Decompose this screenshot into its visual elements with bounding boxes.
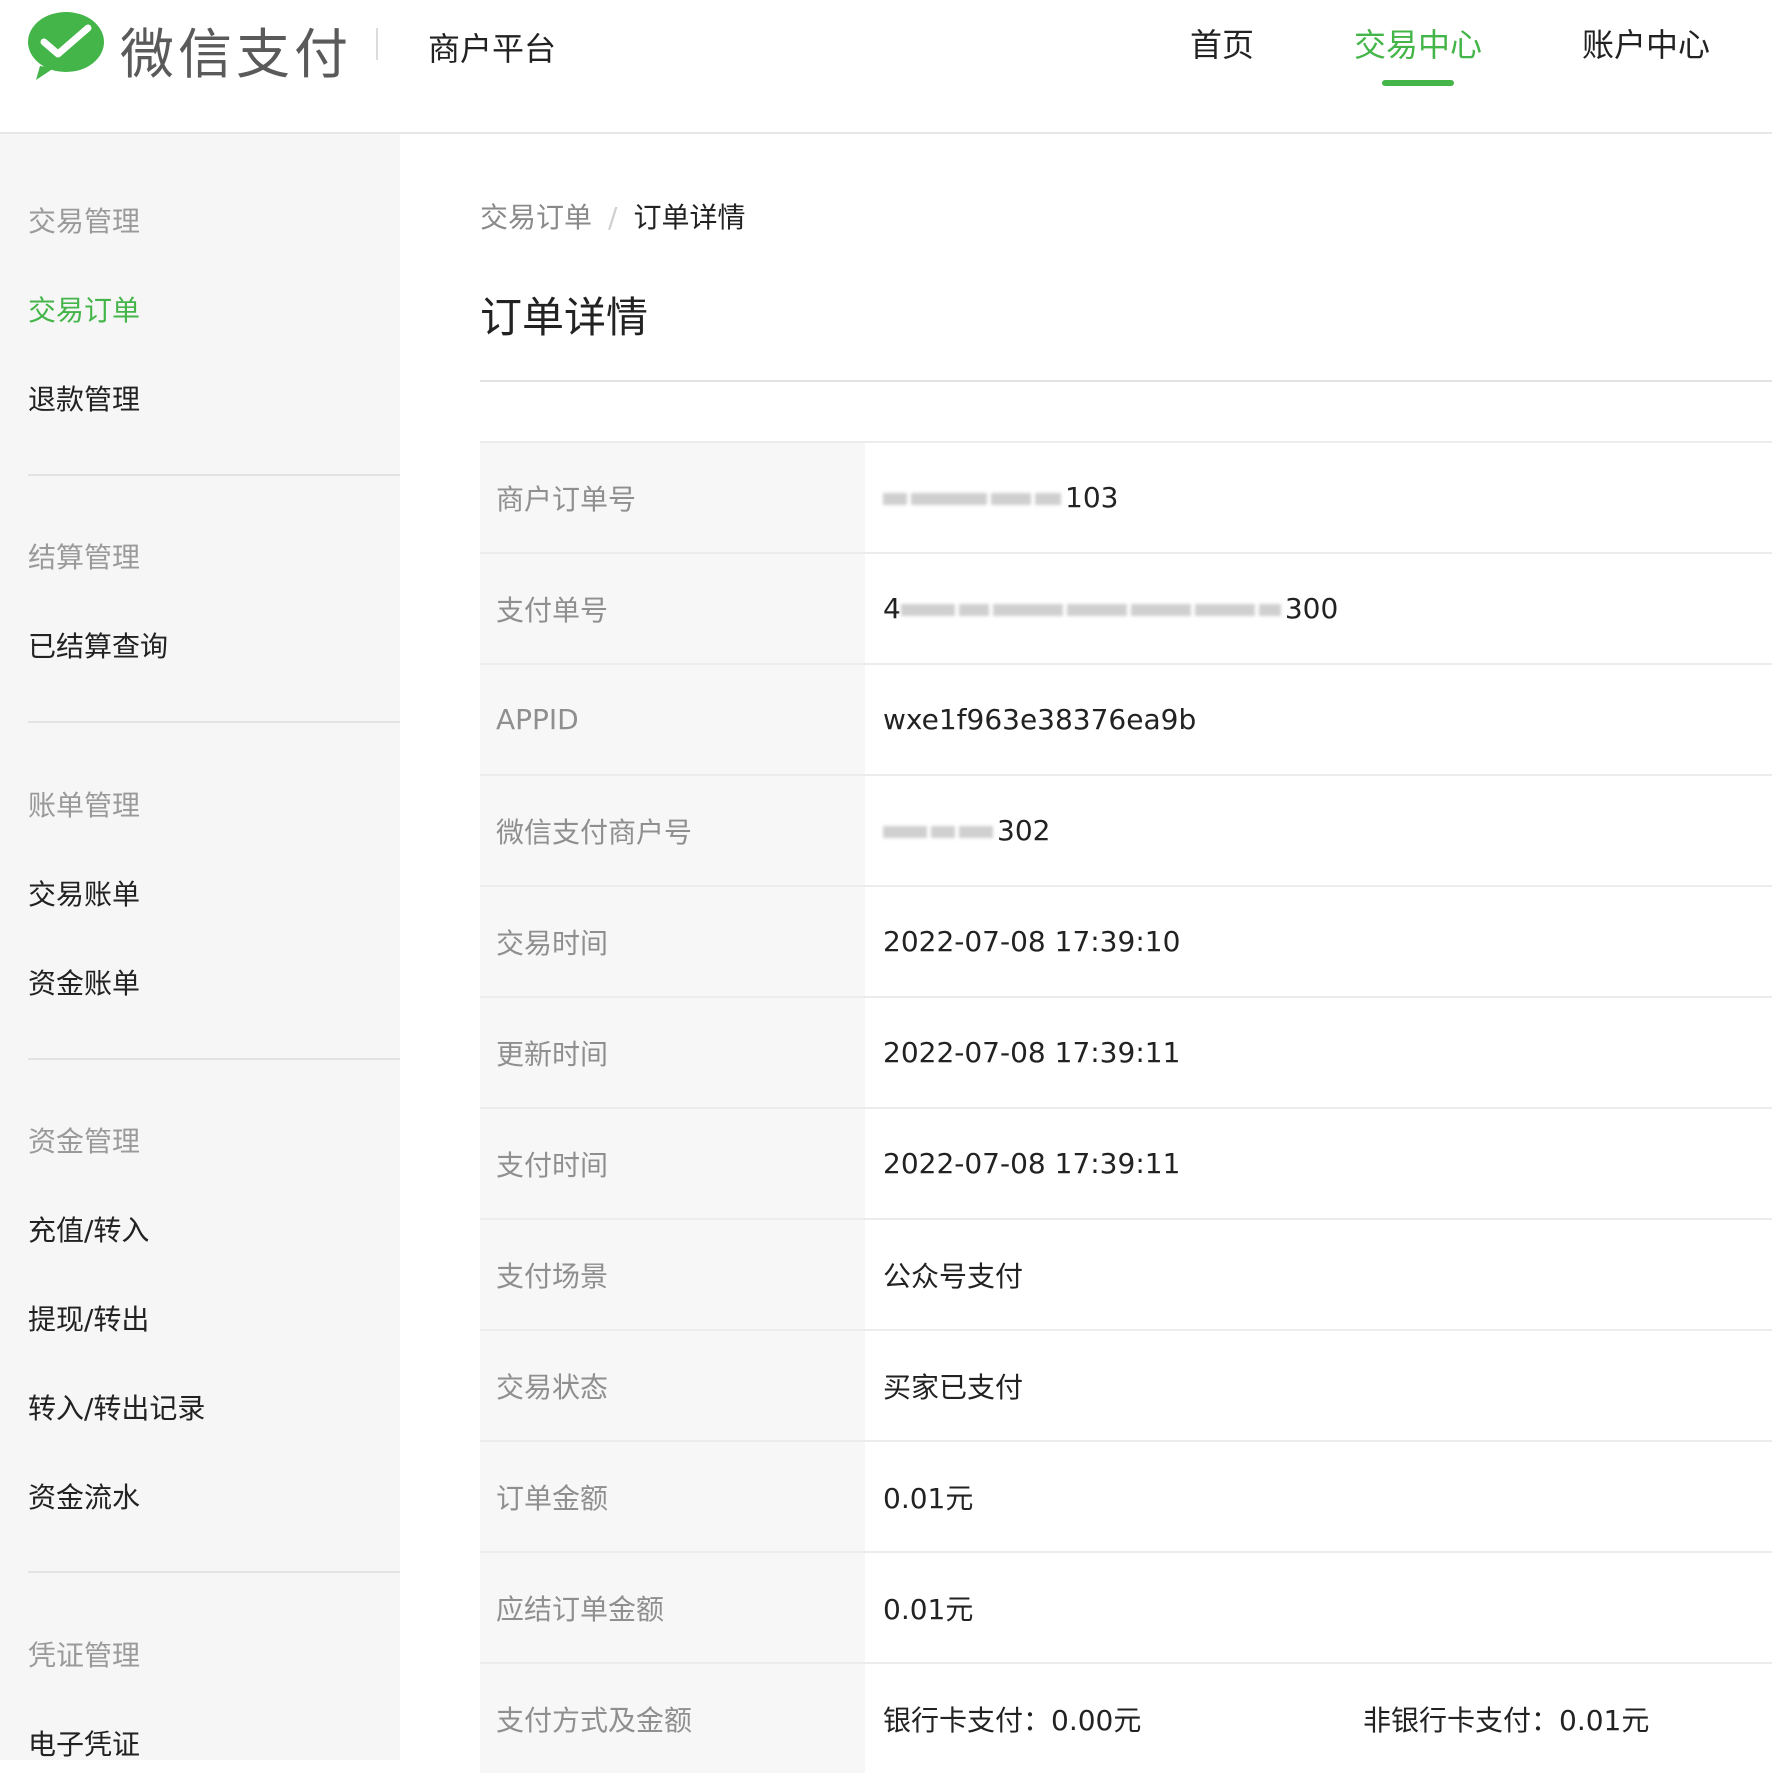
table-row: 应结订单金额 0.01元 <box>480 1551 1772 1663</box>
table-row: 更新时间 2022-07-08 17:39:11 <box>480 996 1772 1108</box>
table-row: 微信支付商户号 302 <box>480 774 1772 886</box>
breadcrumb: 交易订单 / 订单详情 <box>480 196 745 236</box>
detail-value: 0.01元 <box>865 1440 1772 1552</box>
detail-value: 2022-07-08 17:39:11 <box>865 996 1772 1108</box>
detail-value-suffix: 300 <box>1284 592 1339 625</box>
redaction-mask <box>900 604 955 616</box>
table-row: APPID wxe1f963e38376ea9b <box>480 663 1772 775</box>
detail-value: 2022-07-08 17:39:10 <box>865 885 1772 997</box>
detail-value-masked: 302 <box>865 774 1772 886</box>
platform-name: 商户平台 <box>428 30 557 68</box>
sidebar-item-recharge[interactable]: 充值/转入 <box>28 1209 149 1249</box>
sidebar-item-transfer-records[interactable]: 转入/转出记录 <box>28 1387 205 1427</box>
sidebar-divider <box>28 721 400 723</box>
detail-value: wxe1f963e38376ea9b <box>865 663 1772 775</box>
detail-value: 买家已支付 <box>865 1329 1772 1441</box>
detail-value-masked: 103 <box>865 441 1772 553</box>
sidebar-group-title: 交易管理 <box>28 205 141 238</box>
detail-label: 交易状态 <box>480 1329 865 1441</box>
sidebar-divider <box>28 474 400 476</box>
detail-label: 支付单号 <box>480 552 865 664</box>
nav-active-indicator <box>1382 80 1454 86</box>
sidebar-divider <box>28 1571 400 1573</box>
redaction-mask <box>911 493 987 505</box>
page-title: 订单详情 <box>480 293 649 342</box>
detail-value: 2022-07-08 17:39:11 <box>865 1107 1772 1219</box>
detail-label: 交易时间 <box>480 885 865 997</box>
detail-value: 0.01元 <box>865 1551 1772 1663</box>
redaction-mask <box>959 826 993 838</box>
sidebar-group-title: 账单管理 <box>28 789 141 822</box>
sidebar-item-refund-management[interactable]: 退款管理 <box>28 378 140 418</box>
sidebar-item-transaction-orders[interactable]: 交易订单 <box>28 289 140 329</box>
nav-home[interactable]: 首页 <box>1190 20 1254 66</box>
sidebar-item-e-voucher[interactable]: 电子凭证 <box>28 1723 140 1763</box>
nav-transaction-center[interactable]: 交易中心 <box>1354 20 1482 66</box>
detail-value-suffix: 103 <box>1065 481 1119 514</box>
order-detail-table: 商户订单号 103 支付单号 4 300 APPID wxe1f963e38376… <box>480 441 1772 1773</box>
detail-value: 公众号支付 <box>865 1218 1772 1330</box>
sidebar-item-transaction-bill[interactable]: 交易账单 <box>28 873 140 913</box>
table-row: 支付场景 公众号支付 <box>480 1218 1772 1330</box>
detail-label: 支付时间 <box>480 1107 865 1219</box>
sidebar-group-title: 资金管理 <box>28 1125 141 1158</box>
sidebar-divider <box>28 1058 400 1060</box>
header-divider <box>376 28 378 60</box>
sidebar: 交易管理 交易订单 退款管理 结算管理 已结算查询 账单管理 交易账单 资金账单… <box>0 134 400 1763</box>
detail-value-masked: 4 300 <box>865 552 1772 664</box>
redaction-mask <box>1130 604 1191 616</box>
sidebar-item-settled-query[interactable]: 已结算查询 <box>28 625 168 665</box>
redaction-mask <box>1258 604 1281 616</box>
table-row: 支付时间 2022-07-08 17:39:11 <box>480 1107 1772 1219</box>
table-row: 订单金额 0.01元 <box>480 1440 1772 1552</box>
main-content: 交易订单 / 订单详情 订单详情 商户订单号 103 支付单号 4 300 APPID… <box>400 134 1772 1773</box>
detail-label: 支付方式及金额 <box>480 1662 865 1773</box>
sidebar-item-fund-flow[interactable]: 资金流水 <box>28 1476 140 1516</box>
nav-account-center[interactable]: 账户中心 <box>1582 20 1710 66</box>
detail-label: 更新时间 <box>480 996 865 1108</box>
table-row: 交易状态 买家已支付 <box>480 1329 1772 1441</box>
wechat-pay-logo-icon <box>28 12 104 80</box>
non-bank-card-payment: 非银行卡支付：0.01元 <box>1363 1703 1650 1737</box>
detail-label: 微信支付商户号 <box>480 774 865 886</box>
detail-label: APPID <box>480 663 865 775</box>
redaction-mask <box>1066 604 1127 616</box>
table-row: 支付方式及金额 银行卡支付：0.00元 非银行卡支付：0.01元 <box>480 1662 1772 1773</box>
redaction-mask <box>883 493 907 505</box>
redaction-mask <box>931 826 955 838</box>
detail-value-prefix: 4 <box>883 592 901 625</box>
detail-label: 应结订单金额 <box>480 1551 865 1663</box>
sidebar-group-title: 结算管理 <box>28 541 141 574</box>
breadcrumb-current: 订单详情 <box>633 201 746 234</box>
sidebar-group-title: 凭证管理 <box>28 1639 141 1672</box>
detail-value-suffix: 302 <box>997 814 1051 847</box>
sidebar-item-fund-bill[interactable]: 资金账单 <box>28 962 140 1002</box>
bank-card-payment: 银行卡支付：0.00元 <box>883 1703 1142 1737</box>
brand-name: 微信支付 <box>120 23 352 86</box>
top-header: 微信支付 商户平台 首页 交易中心 账户中心 <box>0 0 1772 134</box>
breadcrumb-separator: / <box>608 201 618 234</box>
redaction-mask <box>991 493 1031 505</box>
table-row: 交易时间 2022-07-08 17:39:10 <box>480 885 1772 997</box>
detail-value-payment-methods: 银行卡支付：0.00元 非银行卡支付：0.01元 <box>865 1662 1772 1773</box>
title-divider <box>480 380 1772 382</box>
table-row: 商户订单号 103 <box>480 441 1772 553</box>
redaction-mask <box>1194 604 1255 616</box>
breadcrumb-parent[interactable]: 交易订单 <box>480 201 592 234</box>
detail-label: 商户订单号 <box>480 441 865 553</box>
detail-label: 订单金额 <box>480 1440 865 1552</box>
table-row: 支付单号 4 300 <box>480 552 1772 664</box>
redaction-mask <box>958 604 989 616</box>
sidebar-item-withdraw[interactable]: 提现/转出 <box>28 1298 149 1338</box>
redaction-mask <box>883 826 927 838</box>
detail-label: 支付场景 <box>480 1218 865 1330</box>
redaction-mask <box>1035 493 1061 505</box>
redaction-mask <box>992 604 1063 616</box>
